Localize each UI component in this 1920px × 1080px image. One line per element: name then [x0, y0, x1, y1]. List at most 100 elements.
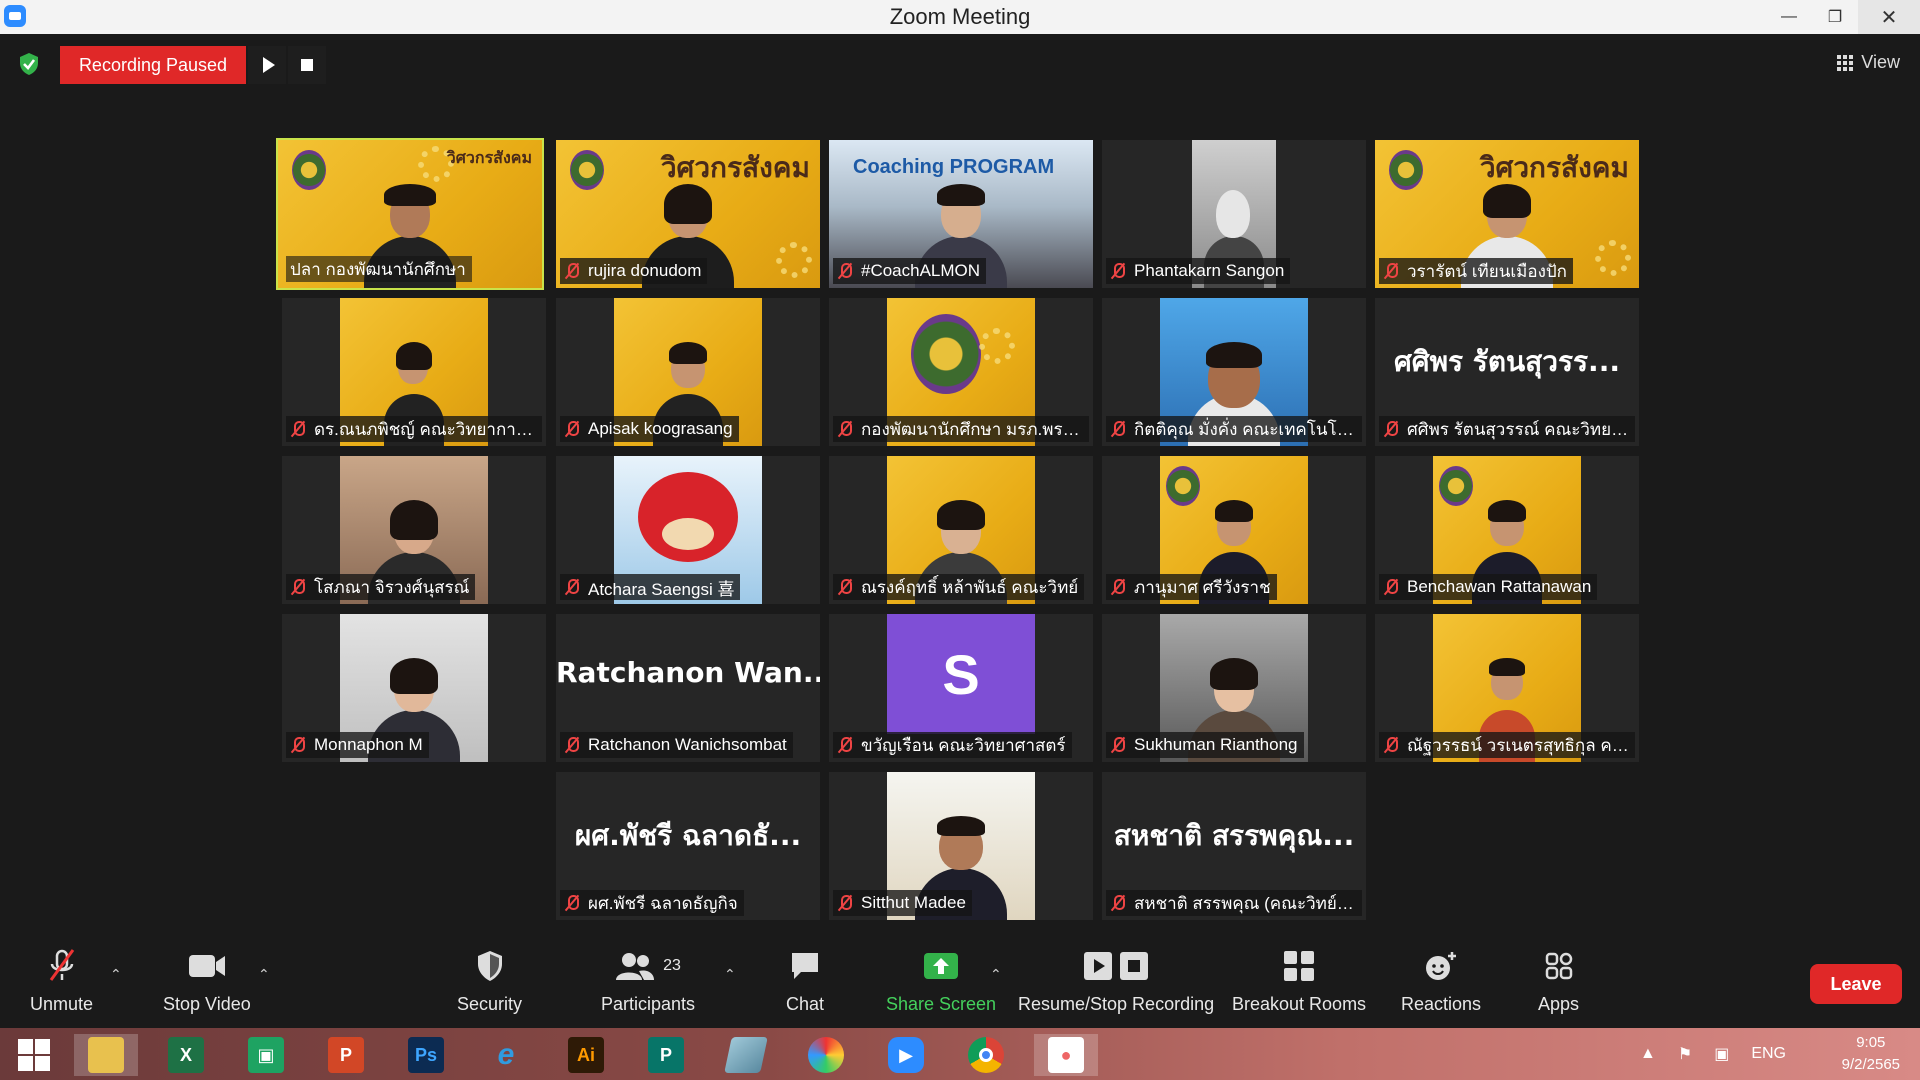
- language-indicator[interactable]: ENG: [1751, 1045, 1786, 1063]
- photoscape-taskbar[interactable]: [794, 1034, 858, 1076]
- system-tray: ▲ ⚑ ▣ ENG: [1640, 1028, 1786, 1080]
- banner-text: วิศวกรสังคม: [446, 148, 532, 167]
- participant-big-name: Ratchanon Wan...: [556, 656, 820, 689]
- stop-recording-button[interactable]: [288, 46, 326, 84]
- publisher-taskbar[interactable]: P: [634, 1034, 698, 1076]
- participant-name: กิตติคุณ มั่งคั่ง คณะเทคโนโลยีอุ...: [1106, 416, 1362, 442]
- participant-name: ณัฐวรรธน์ วรเนตรสุทธิกุล คณะเ...: [1379, 732, 1635, 758]
- video-tile[interactable]: Phantakarn Sangon: [1102, 140, 1366, 288]
- muted-mic-icon: [1383, 420, 1399, 438]
- video-tile[interactable]: สหชาติ สรรพคุณ... สหชาติ สรรพคุณ (คณะวิท…: [1102, 772, 1366, 920]
- participant-name: Sukhuman Rianthong: [1106, 732, 1304, 758]
- video-tile[interactable]: Sukhuman Rianthong: [1102, 614, 1366, 762]
- video-tile[interactable]: โสภณา จิรวงศ์นุสรณ์: [282, 456, 546, 604]
- video-tile[interactable]: ผศ.พัชรี ฉลาดธั... ผศ.พัชรี ฉลาดธัญกิจ: [556, 772, 820, 920]
- photoshop-icon: Ps: [408, 1037, 444, 1073]
- windows-taskbar: X ▣ P Ps e Ai P ▶ ● ▲ ⚑ ▣ ENG 9:05 9/2/2…: [0, 1028, 1920, 1080]
- unmute-button[interactable]: Unmute: [30, 948, 93, 1015]
- reactions-button[interactable]: Reactions: [1401, 948, 1481, 1015]
- app-icon: [724, 1037, 768, 1073]
- minimize-button[interactable]: —: [1766, 0, 1812, 34]
- leave-button[interactable]: Leave: [1810, 964, 1902, 1004]
- illustrator-taskbar[interactable]: Ai: [554, 1034, 618, 1076]
- play-icon: [1084, 952, 1113, 980]
- store-taskbar[interactable]: ▣: [234, 1034, 298, 1076]
- muted-mic-icon: [290, 736, 306, 754]
- participant-name: ดร.ณนภพิชญ์ คณะวิทยาการจัด...: [286, 416, 542, 442]
- resume-stop-recording-button[interactable]: Resume/Stop Recording: [1018, 948, 1214, 1015]
- stop-video-button[interactable]: Stop Video: [163, 948, 251, 1015]
- chat-button[interactable]: Chat: [786, 948, 824, 1015]
- powerpoint-taskbar[interactable]: P: [314, 1034, 378, 1076]
- video-tile[interactable]: Benchawan Rattanawan: [1375, 456, 1639, 604]
- video-tile[interactable]: วิศวกรสังคม rujira donudom: [556, 140, 820, 288]
- start-button[interactable]: [2, 1034, 66, 1076]
- participant-name: ภานุมาศ ศรีวังราช: [1106, 574, 1277, 600]
- paint-3d-taskbar[interactable]: ●: [1034, 1034, 1098, 1076]
- system-clock[interactable]: 9:05 9/2/2565: [1842, 1032, 1900, 1076]
- chrome-taskbar[interactable]: [954, 1034, 1018, 1076]
- participants-count: 23: [663, 957, 681, 974]
- shield-icon[interactable]: [18, 52, 40, 76]
- mic-muted-icon: [49, 949, 74, 981]
- muted-mic-icon: [837, 578, 853, 596]
- share-options-caret[interactable]: ⌃: [990, 966, 1002, 983]
- video-tile[interactable]: วิศวกรสังคม วรารัตน์ เทียนเมืองปัก: [1375, 140, 1639, 288]
- photoshop-taskbar[interactable]: Ps: [394, 1034, 458, 1076]
- internet-explorer-taskbar[interactable]: e: [474, 1034, 538, 1076]
- shield-icon: [477, 951, 502, 981]
- chrome-icon: [968, 1037, 1004, 1073]
- restore-button[interactable]: ❐: [1812, 0, 1858, 34]
- participant-name: วรารัตน์ เทียนเมืองปัก: [1379, 258, 1573, 284]
- excel-taskbar[interactable]: X: [154, 1034, 218, 1076]
- breakout-rooms-button[interactable]: Breakout Rooms: [1232, 948, 1366, 1015]
- video-options-caret[interactable]: ⌃: [258, 966, 270, 983]
- video-tile[interactable]: Sitthut Madee: [829, 772, 1093, 920]
- video-tile[interactable]: ณัฐวรรธน์ วรเนตรสุทธิกุล คณะเ...: [1375, 614, 1639, 762]
- video-tile[interactable]: S ขวัญเรือน คณะวิทยาศาสตร์: [829, 614, 1093, 762]
- zoom-app-icon: [4, 5, 26, 27]
- zoom-taskbar[interactable]: ▶: [874, 1034, 938, 1076]
- video-tile[interactable]: ณรงค์ฤทธิ์ หล้าพันธ์ คณะวิทย์: [829, 456, 1093, 604]
- participants-options-caret[interactable]: ⌃: [724, 966, 736, 983]
- unknown-app-taskbar[interactable]: [714, 1034, 778, 1076]
- participant-name: Atchara Saengsi 喜: [560, 574, 741, 600]
- video-tile[interactable]: ดร.ณนภพิชญ์ คณะวิทยาการจัด...: [282, 298, 546, 446]
- video-tile[interactable]: ภานุมาศ ศรีวังราช: [1102, 456, 1366, 604]
- security-button[interactable]: Security: [457, 948, 522, 1015]
- show-hidden-icons[interactable]: ▲: [1640, 1045, 1656, 1063]
- illustrator-icon: Ai: [568, 1037, 604, 1073]
- clock-date: 9/2/2565: [1841, 1056, 1900, 1073]
- video-tile[interactable]: วิศวกรสังคม ปลา กองพัฒนานักศึกษา: [276, 138, 544, 290]
- folder-icon: [88, 1037, 124, 1073]
- view-button[interactable]: View: [1837, 52, 1900, 73]
- video-tile[interactable]: Coaching PROGRAM #CoachALMON: [829, 140, 1093, 288]
- muted-mic-icon: [290, 420, 306, 438]
- video-tile[interactable]: กองพัฒนานักศึกษา มรภ.พระนคร: [829, 298, 1093, 446]
- video-tile[interactable]: Ratchanon Wan... Ratchanon Wanichsombat: [556, 614, 820, 762]
- apps-button[interactable]: Apps: [1538, 948, 1579, 1015]
- participant-name: Apisak koograsang: [560, 416, 739, 442]
- video-tile[interactable]: Atchara Saengsi 喜: [556, 456, 820, 604]
- view-label: View: [1861, 52, 1900, 72]
- participants-icon: [616, 953, 655, 980]
- file-explorer-taskbar[interactable]: [74, 1034, 138, 1076]
- video-tile[interactable]: Monnaphon M: [282, 614, 546, 762]
- video-tile[interactable]: ศศิพร รัตนสุวรร... ศศิพร รัตนสุวรรณ์ คณะ…: [1375, 298, 1639, 446]
- close-button[interactable]: ✕: [1858, 0, 1920, 34]
- breakout-rooms-icon: [1284, 951, 1315, 981]
- audio-options-caret[interactable]: ⌃: [110, 966, 122, 983]
- video-tile[interactable]: กิตติคุณ มั่งคั่ง คณะเทคโนโลยีอุ...: [1102, 298, 1366, 446]
- participant-big-name: ผศ.พัชรี ฉลาดธั...: [574, 819, 802, 852]
- participants-button[interactable]: 23 Participants: [601, 948, 695, 1015]
- excel-icon: X: [168, 1037, 204, 1073]
- video-tile[interactable]: Apisak koograsang: [556, 298, 820, 446]
- resume-recording-button[interactable]: [248, 46, 286, 84]
- store-icon: ▣: [248, 1037, 284, 1073]
- action-center-flag-icon[interactable]: ⚑: [1678, 1044, 1692, 1064]
- avatar: S: [887, 614, 1035, 734]
- university-seal: [292, 150, 326, 190]
- muted-mic-icon: [1383, 736, 1399, 754]
- share-screen-button[interactable]: Share Screen: [886, 948, 996, 1015]
- network-icon[interactable]: ▣: [1714, 1044, 1729, 1064]
